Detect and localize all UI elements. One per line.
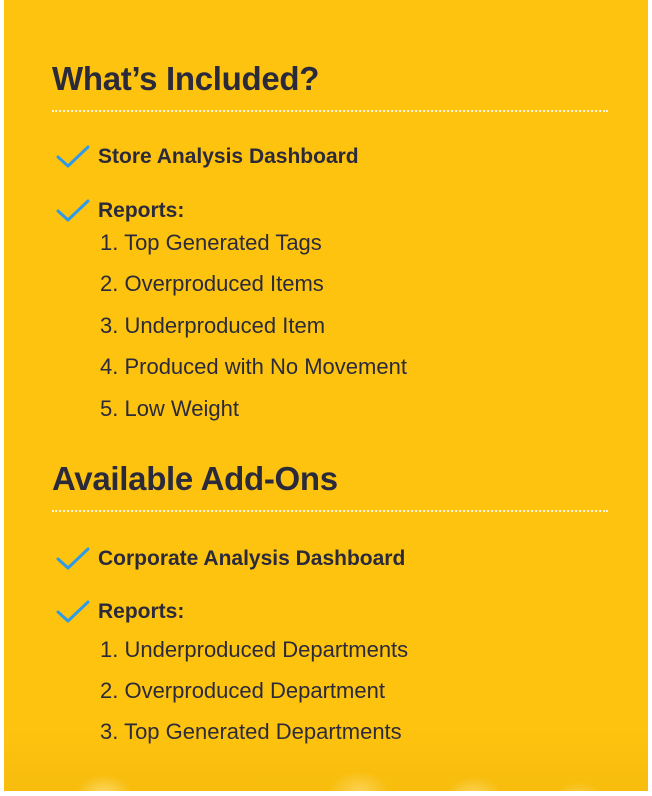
included-item-reports: Reports:: [56, 196, 184, 226]
checkmark-icon: [56, 199, 90, 222]
included-title: What’s Included?: [52, 60, 320, 97]
addons-item-label: Corporate Analysis Dashboard: [98, 547, 406, 570]
addons-item-dashboard: Corporate Analysis Dashboard: [56, 544, 405, 574]
addons-item-label: Reports:: [98, 600, 185, 623]
addons-report-item: 2. Overproduced Department: [100, 678, 385, 703]
included-report-item: 3. Underproduced Item: [100, 313, 326, 338]
included-report-item: 1. Top Generated Tags: [100, 230, 322, 255]
checkmark-icon: [56, 547, 90, 570]
addons-item-reports: Reports:: [56, 597, 184, 627]
features-card: What’s Included? Store Analysis Dashboar…: [4, 0, 648, 791]
checkmark-icon: [56, 600, 90, 623]
included-item-dashboard: Store Analysis Dashboard: [56, 142, 359, 172]
included-divider: [52, 110, 608, 112]
included-item-label: Reports:: [98, 199, 185, 222]
included-item-label: Store Analysis Dashboard: [98, 145, 359, 168]
addons-report-item: 1. Underproduced Departments: [100, 637, 409, 662]
checkmark-icon: [56, 145, 90, 168]
included-report-item: 2. Overproduced Items: [100, 271, 324, 296]
addons-title: Available Add-Ons: [52, 460, 338, 497]
addons-report-item: 3. Top Generated Departments: [100, 719, 402, 744]
included-report-item: 4. Produced with No Movement: [100, 354, 407, 379]
addons-divider: [52, 510, 608, 512]
included-report-item: 5. Low Weight: [100, 396, 240, 421]
